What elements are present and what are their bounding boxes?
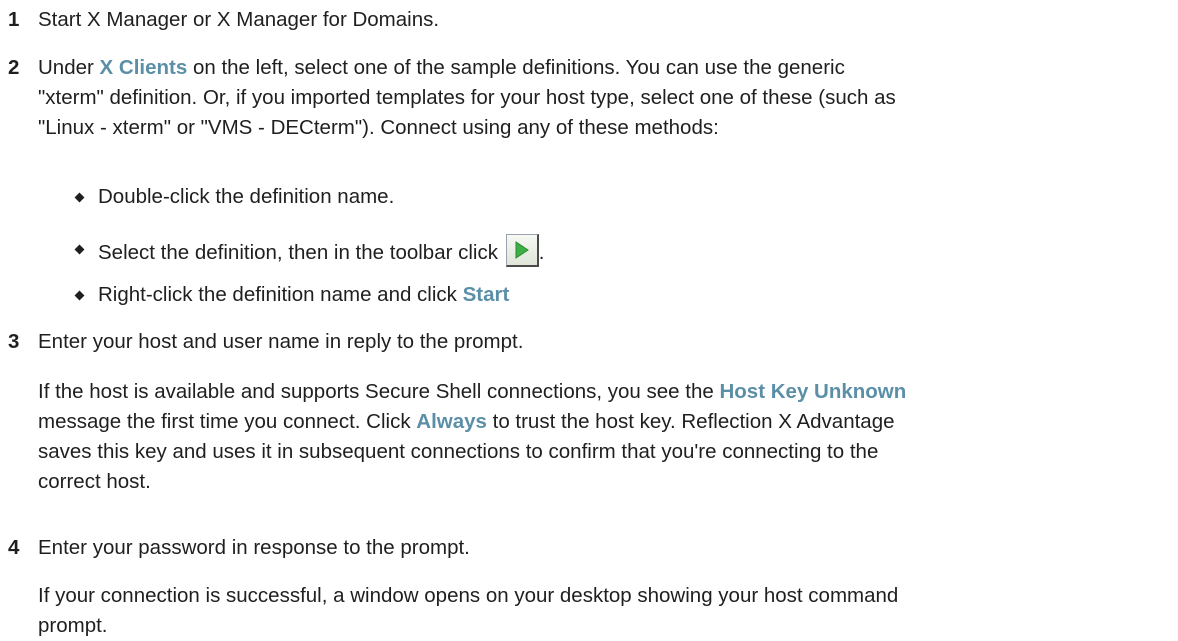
bullet-item: Right-click the definition name and clic…: [68, 280, 509, 310]
step-text-post: on the left, select one of the sample de…: [187, 56, 845, 79]
bullet-item: Select the definition, then in the toolb…: [68, 234, 544, 268]
bullet-text-after: .: [538, 241, 545, 264]
note-text: saves this key and uses it in subsequent…: [38, 440, 879, 463]
note-text: correct host.: [38, 470, 151, 493]
step-4-note: If your connection is successful, a wind…: [38, 581, 1168, 641]
step-text-line: "xterm" definition. Or, if you imported …: [38, 86, 896, 109]
step-text: Under X Clients on the left, select one …: [38, 53, 1168, 143]
bullet-diamond-icon: [74, 192, 85, 203]
step-1: 1 Start X Manager or X Manager for Domai…: [8, 5, 1168, 35]
step-2: 2 Under X Clients on the left, select on…: [8, 53, 1168, 143]
step-3-note: If the host is available and supports Se…: [38, 377, 1168, 497]
note-text: If the host is available and supports Se…: [38, 380, 720, 403]
ui-label-x-clients: X Clients: [99, 56, 188, 79]
note-text: If your connection is successful, a wind…: [38, 584, 899, 607]
step-number: 2: [8, 56, 20, 79]
ui-label-start: Start: [462, 283, 510, 306]
bullet-text: Right-click the definition name and clic…: [98, 283, 463, 306]
ui-label-always: Always: [416, 410, 487, 433]
step-text: Start X Manager or X Manager for Domains…: [38, 8, 440, 31]
step-number: 4: [8, 536, 20, 559]
note-text: message the first time you connect. Clic…: [38, 410, 417, 433]
step-text: Enter your host and user name in reply t…: [38, 330, 524, 353]
bullet-text: Select the definition, then in the toolb…: [98, 241, 504, 264]
bullet-text: Double-click the definition name.: [98, 185, 395, 208]
step-text-line: "Linux - xterm" or "VMS - DECterm"). Con…: [38, 116, 719, 139]
bullet-item: Double-click the definition name.: [68, 182, 394, 212]
step-number: 3: [8, 330, 20, 353]
step-4: 4 Enter your password in response to the…: [8, 533, 1168, 563]
step-text-pre: Under: [38, 56, 100, 79]
ui-label-host-key-unknown: Host Key Unknown: [719, 380, 907, 403]
procedure: 1 Start X Manager or X Manager for Domai…: [0, 0, 1178, 637]
step-3: 3 Enter your host and user name in reply…: [8, 327, 1168, 357]
step-text: Enter your password in response to the p…: [38, 536, 470, 559]
bullet-diamond-icon: [74, 290, 85, 301]
play-icon: [505, 234, 539, 267]
step-number: 1: [8, 8, 20, 31]
bullet-diamond-icon: [74, 244, 85, 255]
note-text: to trust the host key. Reflection X Adva…: [486, 410, 895, 433]
